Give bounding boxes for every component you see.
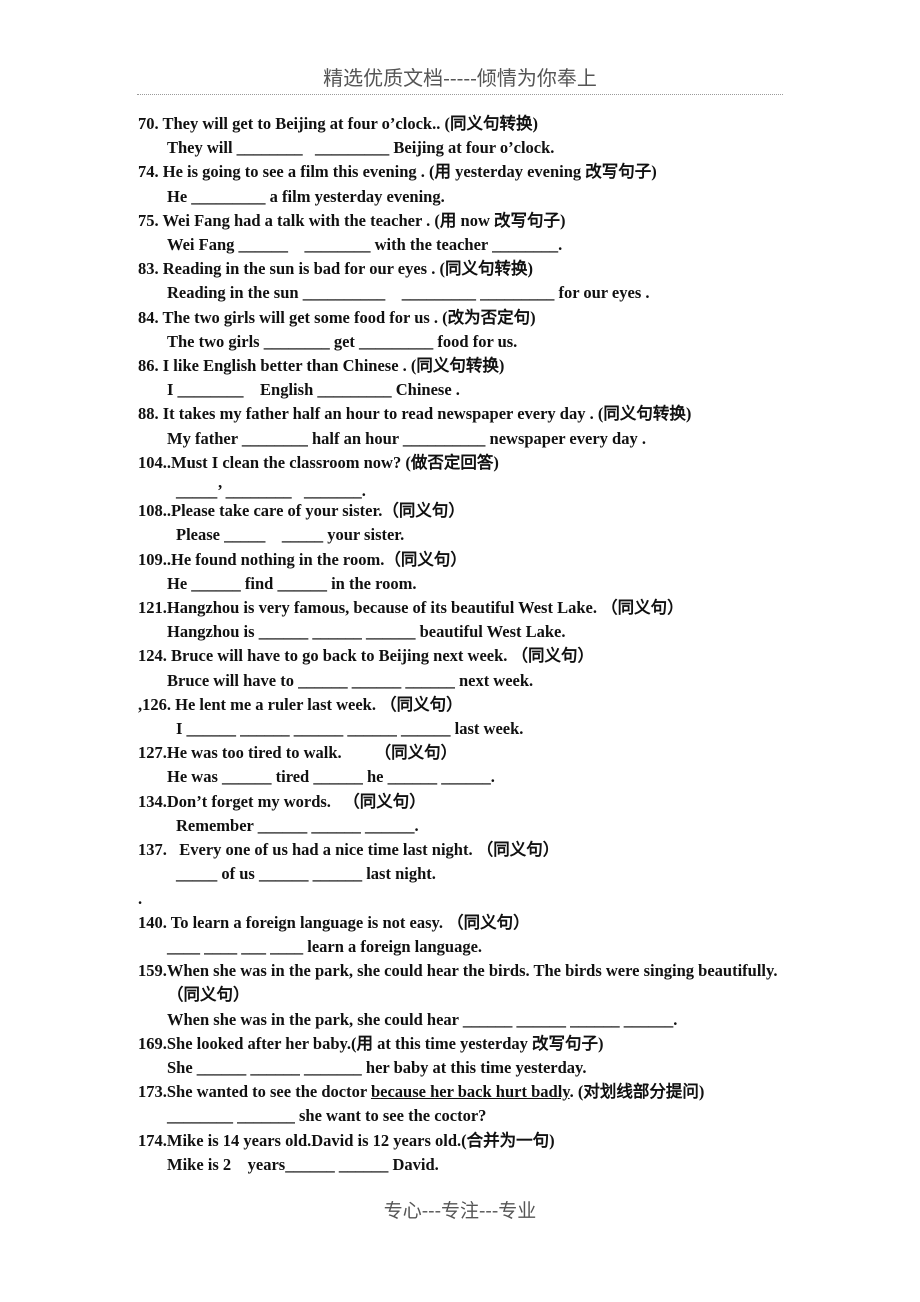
question-83: 83. Reading in the sun is bad for our ey…: [138, 259, 533, 279]
header-divider: [137, 94, 783, 95]
exercise-list: 70. They will get to Beijing at four o’c…: [138, 112, 788, 1177]
answer-74: He _________ a film yesterday evening.: [167, 186, 445, 206]
answer-159: When she was in the park, she could hear…: [167, 1009, 678, 1029]
answer-140: ____ ____ ___ ____ learn a foreign langu…: [167, 936, 483, 956]
question-104: 104..Must I clean the classroom now? (做否…: [138, 452, 499, 472]
question-70: 70. They will get to Beijing at four o’c…: [138, 114, 538, 133]
answer-137: _____ of us ______ ______ last night.: [176, 864, 436, 884]
question-121: 121.Hangzhou is very famous, because of …: [138, 598, 684, 618]
answer-88: My father ________ half an hour ________…: [167, 428, 646, 448]
question-127: 127.He was too tired to walk. （同义句）: [138, 743, 458, 763]
answer-75: Wei Fang ______ ________ with the teache…: [167, 235, 563, 255]
question-173-instruction: . (对划线部分提问): [569, 1082, 705, 1102]
question-108: 108..Please take care of your sister.（同义…: [138, 501, 465, 521]
page-header: 精选优质文档-----倾情为你奉上: [323, 66, 597, 90]
answer-134: Remember ______ ______ ______.: [176, 815, 419, 835]
question-159: 159.When she was in the park, she could …: [138, 961, 778, 1005]
answer-169: She ______ ______ _______ her baby at th…: [167, 1057, 587, 1077]
answer-70: They will ________ _________ Beijing at …: [167, 138, 555, 158]
question-124: 124. Bruce will have to go back to Beiji…: [138, 646, 595, 666]
question-74: 74. He is going to see a film this eveni…: [138, 162, 657, 182]
question-88: 88. It takes my father half an hour to r…: [138, 404, 692, 424]
answer-109: He ______ find ______ in the room.: [167, 573, 417, 593]
underlined-phrase: because her back hurt badly: [370, 1082, 570, 1102]
question-174: 174.Mike is 14 years old.David is 12 yea…: [138, 1130, 555, 1150]
question-173-stem: 173.She wanted to see the doctor: [138, 1082, 371, 1102]
answer-108: Please _____ _____ your sister.: [176, 525, 405, 545]
question-173: 173.She wanted to see the doctor because…: [138, 1080, 788, 1104]
question-134: 134.Don’t forget my words. （同义句）: [138, 791, 426, 811]
answer-124: Bruce will have to ______ ______ ______ …: [167, 670, 534, 690]
question-109: 109..He found nothing in the room.（同义句）: [138, 549, 467, 569]
question-169: 169.She looked after her baby.(用 at this…: [138, 1033, 604, 1053]
page-footer: 专心---专注---专业: [383, 1200, 537, 1222]
question-137: 137. Every one of us had a nice time las…: [138, 840, 560, 860]
answer-127: He was ______ tired ______ he ______ ___…: [167, 767, 495, 787]
answer-174: Mike is 2 years______ ______ David.: [167, 1154, 439, 1174]
answer-121: Hangzhou is ______ ______ ______ beautif…: [167, 622, 566, 642]
question-86: 86. I like English better than Chinese .…: [138, 356, 505, 376]
answer-173: ________ _______ she want to see the coc…: [167, 1106, 487, 1126]
question-84: 84. The two girls will get some food for…: [138, 307, 536, 327]
stray-period: .: [138, 888, 143, 908]
answer-83: Reading in the sun __________ _________ …: [167, 283, 650, 303]
question-140: 140. To learn a foreign language is not …: [138, 912, 530, 932]
answer-126: I ______ ______ ______ ______ ______ las…: [176, 719, 524, 739]
question-126: ,126. He lent me a ruler last week. （同义句…: [138, 694, 463, 714]
answer-84: The two girls ________ get _________ foo…: [167, 331, 518, 351]
answer-86: I ________ English _________ Chinese .: [167, 380, 460, 400]
question-75: 75. Wei Fang had a talk with the teacher…: [138, 210, 566, 230]
